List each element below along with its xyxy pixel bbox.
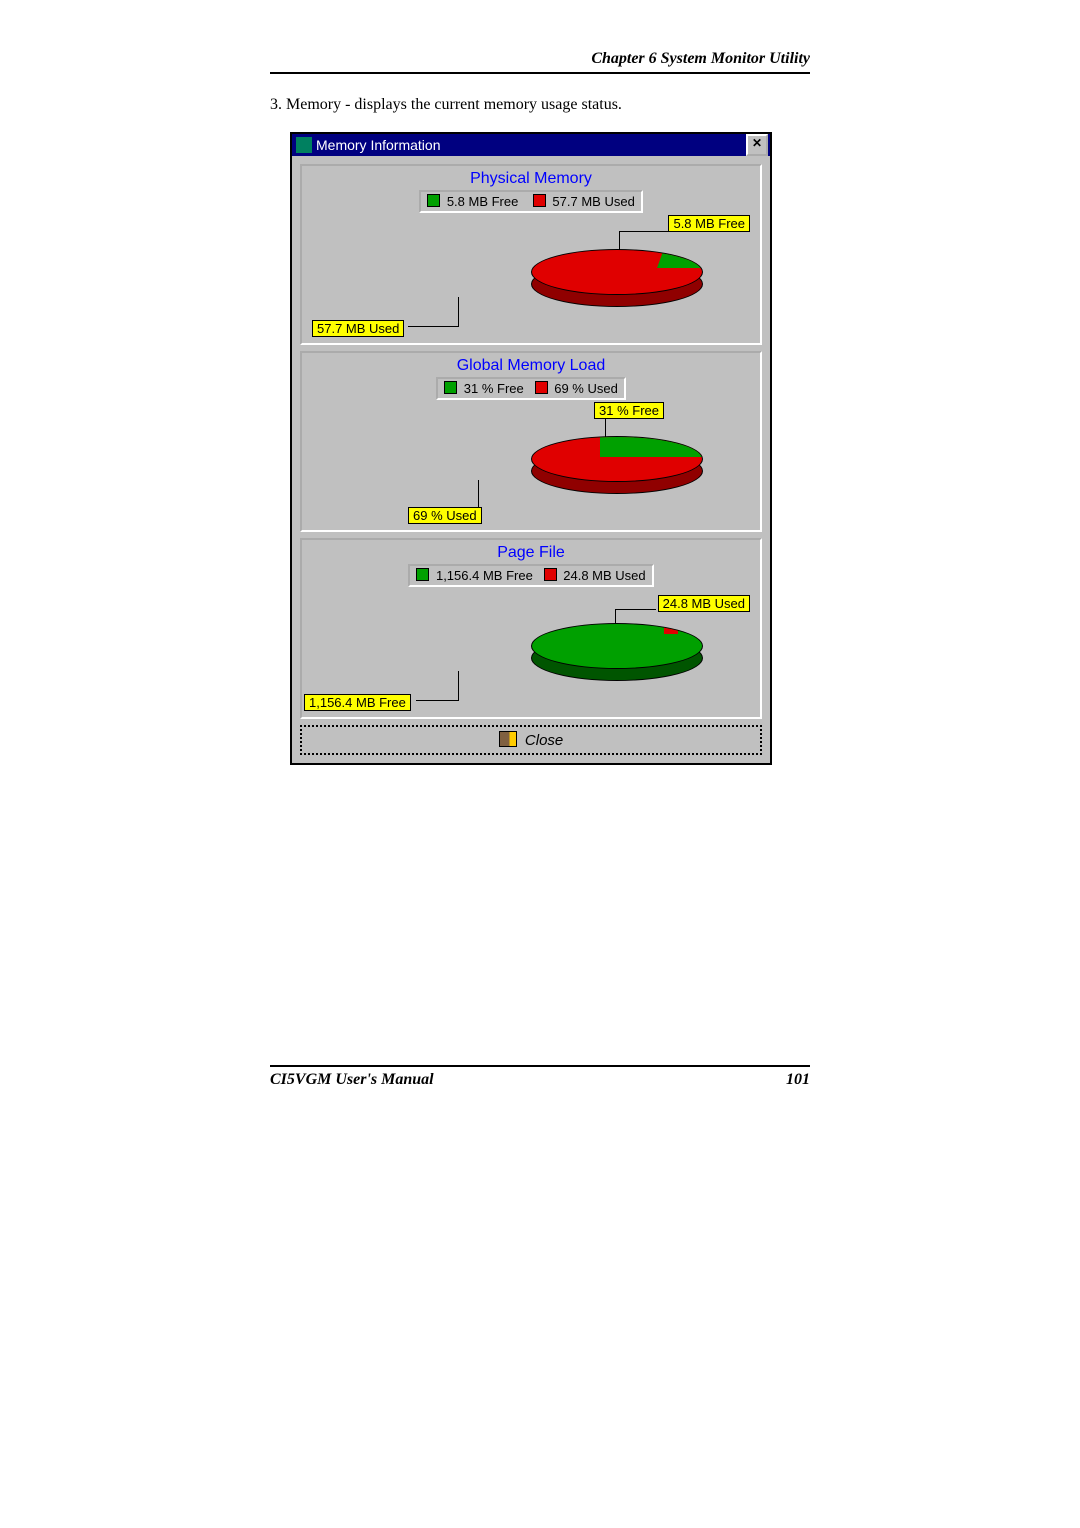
list-item-3: 3. Memory - displays the current memory … <box>270 96 810 114</box>
panel-physical-memory: Physical Memory 5.8 MB Free 57.7 MB Used… <box>300 164 762 345</box>
swatch-free-icon <box>427 194 440 207</box>
callout-used: 69 % Used <box>408 507 482 524</box>
legend-free-label: 1,156.4 MB Free <box>436 568 533 583</box>
swatch-free-icon <box>416 568 429 581</box>
pie-chart-physical: 5.8 MB Free 57.7 MB Used <box>308 217 754 335</box>
app-icon <box>296 137 312 153</box>
pie-chart-pagefile: 24.8 MB Used 1,156.4 MB Free <box>308 591 754 709</box>
callout-free: 5.8 MB Free <box>668 215 750 232</box>
door-exit-icon <box>499 731 517 747</box>
section-title-pagefile: Page File <box>308 544 754 562</box>
footer-page: 101 <box>786 1071 810 1089</box>
callout-used: 57.7 MB Used <box>312 320 404 337</box>
swatch-free-icon <box>444 381 457 394</box>
pie-chart-global: 31 % Free 69 % Used <box>308 404 754 522</box>
memory-info-window: Memory Information ✕ Physical Memory 5.8… <box>290 132 772 765</box>
legend-global: 31 % Free 69 % Used <box>436 377 626 400</box>
section-title-physical: Physical Memory <box>308 170 754 188</box>
legend-used-label: 24.8 MB Used <box>563 568 645 583</box>
legend-free-label: 31 % Free <box>464 381 524 396</box>
close-button[interactable]: Close <box>300 725 762 755</box>
callout-free: 31 % Free <box>594 402 664 419</box>
legend-free-label: 5.8 MB Free <box>447 194 519 209</box>
callout-free: 1,156.4 MB Free <box>304 694 411 711</box>
page-header: Chapter 6 System Monitor Utility <box>270 50 810 74</box>
legend-pagefile: 1,156.4 MB Free 24.8 MB Used <box>408 564 653 587</box>
legend-used-label: 57.7 MB Used <box>552 194 634 209</box>
legend-physical: 5.8 MB Free 57.7 MB Used <box>419 190 643 213</box>
titlebar: Memory Information ✕ <box>292 134 770 156</box>
swatch-used-icon <box>533 194 546 207</box>
swatch-used-icon <box>535 381 548 394</box>
footer-manual: CI5VGM User's Manual <box>270 1071 434 1089</box>
window-close-button[interactable]: ✕ <box>746 134 768 156</box>
section-title-global: Global Memory Load <box>308 357 754 375</box>
close-button-label: Close <box>525 732 563 749</box>
legend-used-label: 69 % Used <box>554 381 618 396</box>
panel-page-file: Page File 1,156.4 MB Free 24.8 MB Used 2… <box>300 538 762 719</box>
panel-global-memory: Global Memory Load 31 % Free 69 % Used 3… <box>300 351 762 532</box>
swatch-used-icon <box>544 568 557 581</box>
callout-used: 24.8 MB Used <box>658 595 750 612</box>
page-footer: CI5VGM User's Manual 101 <box>270 1065 810 1089</box>
window-title: Memory Information <box>316 137 744 153</box>
